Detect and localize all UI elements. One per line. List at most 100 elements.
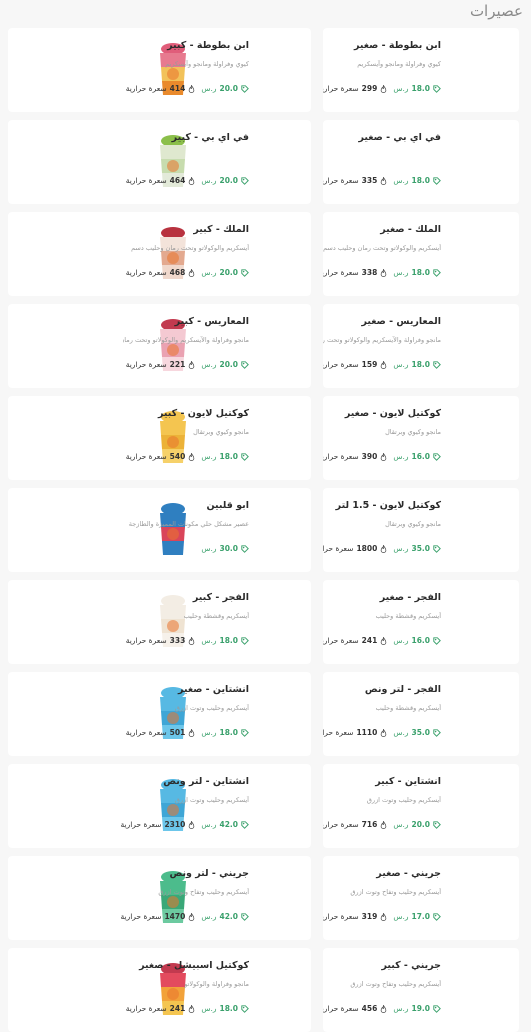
product-card[interactable]: في اي بي - كبير 20.0 ر.س 464 سعرة حرارية [8,120,311,204]
price-currency: ر.س [201,1004,217,1013]
calories-label: سعرة حرارية [125,728,167,737]
product-info: انشتاين - كبير آيسكريم وحليب وتوت ازرق [323,776,441,805]
product-description: آيسكريم وحليب وتوت ازرق [174,796,249,804]
product-name: الفجر - لتر ونص [364,684,441,695]
product-meta: 42.0 ر.س 2310 سعرة حرارية [120,820,249,829]
product-card[interactable]: جريني - صغير آيسكريم وحليب وتفاح وتوت از… [323,856,519,940]
product-name: انشتاين - لتر ونص [163,776,249,787]
flame-icon [381,636,387,645]
product-description: مانجو وفراولة والآيسكريم والوكولاتو وتحت… [123,336,249,344]
flame-icon [189,728,195,737]
calories-label: سعرة حرارية [323,728,354,737]
product-calories: 456 سعرة حرارية [323,1004,387,1013]
product-price: 42.0 ر.س [201,912,249,921]
calories-value: 159 [361,360,378,369]
price-currency: ر.س [201,268,217,277]
flame-icon [189,268,195,277]
product-meta: 18.0 ر.س 540 سعرة حرارية [126,452,249,461]
product-card[interactable]: كوكتيل لايون - كبير مانجو وكيوي وبرتقال … [8,396,311,480]
product-card[interactable]: ابن بطوطة - صغير كيوي وفراولة ومانجو وآي… [323,28,519,112]
calories-label: سعرة حرارية [125,452,167,461]
product-meta: 16.0 ر.س 390 سعرة حرارية [323,452,441,461]
calories-label: سعرة حرارية [125,268,167,277]
product-description: مانجو وفراولة والوكولاتو [184,980,249,988]
product-description [123,152,249,161]
price-currency: ر.س [201,544,217,553]
product-card[interactable]: الملك - كبير آيسكريم والوكولاتو وتحت رما… [8,212,311,296]
product-card[interactable]: في اي بي - صغير 18.0 ر.س 335 سعرة حرارية [323,120,519,204]
product-info: الملك - كبير آيسكريم والوكولاتو وتحت رما… [123,224,249,253]
product-card[interactable]: كوكتيل لايون - 1.5 لتر مانجو وكيوي وبرتق… [323,488,519,572]
product-info: انشتاين - لتر ونص آيسكريم وحليب وتوت ازر… [123,776,249,805]
product-calories: 464 سعرة حرارية [126,176,196,185]
price-amount: 18.0 [219,728,238,737]
product-description [323,152,441,161]
product-info: ابن بطوطة - صغير كيوي وفراولة ومانجو وآي… [323,40,441,69]
calories-value: 319 [361,912,378,921]
product-card[interactable]: ابن بطوطة - كبير كيوي وفراولة ومانجو وآي… [8,28,311,112]
price-amount: 20.0 [219,268,238,277]
product-description: كيوي وفراولة ومانجو وآيسكريم [165,60,249,68]
product-card[interactable]: الفجر - كبير آيسكريم وقشطة وحليب 18.0 ر.… [8,580,311,664]
product-card[interactable]: جريني - لتر ونص آيسكريم وحليب وتفاح وتوت… [8,856,311,940]
price-tag-icon [433,912,441,921]
product-name: كوكتيل لايون - صغير [344,408,441,419]
price-amount: 20.0 [219,84,238,93]
calories-label: سعرة حرارية [323,1004,359,1013]
calories-value: 338 [361,268,378,277]
product-card[interactable]: الملك - صغير آيسكريم والوكولاتو وتحت رما… [323,212,519,296]
product-card[interactable]: انشتاين - لتر ونص آيسكريم وحليب وتوت ازر… [8,764,311,848]
flame-icon [381,452,387,461]
calories-value: 299 [361,84,378,93]
price-tag-icon [433,1004,441,1013]
price-currency: ر.س [393,452,409,461]
section-title: عصيرات [469,2,523,20]
product-meta: 20.0 ر.س 716 سعرة حرارية [323,820,441,829]
product-card[interactable]: انشتاين - صغير آيسكريم وحليب وتوت ازرق 1… [8,672,311,756]
price-amount: 18.0 [411,268,430,277]
price-currency: ر.س [393,84,409,93]
price-tag-icon [433,268,441,277]
price-currency: ر.س [393,636,409,645]
product-card[interactable]: انشتاين - كبير آيسكريم وحليب وتوت ازرق 2… [323,764,519,848]
product-calories: 1110 سعرة حرارية [323,728,387,737]
product-info: الفجر - كبير آيسكريم وقشطة وحليب [123,592,249,621]
product-card[interactable]: المعاريس - كبير مانجو وفراولة والآيسكريم… [8,304,311,388]
calories-label: سعرة حرارية [125,1004,167,1013]
product-card[interactable]: ابو قلبين عصير مشكل حلي مكونات المميزة و… [8,488,311,572]
product-description: آيسكريم وحليب وتفاح وتوت ازرق [350,980,441,988]
price-tag-icon [433,544,441,553]
product-info: ابو قلبين عصير مشكل حلي مكونات المميزة و… [123,500,249,529]
product-price: 20.0 ر.س [201,84,249,93]
product-card[interactable]: الفجر - صغير آيسكريم وقشطة وحليب 16.0 ر.… [323,580,519,664]
calories-value: 1110 [356,728,378,737]
product-name: المعاريس - صغير [361,316,441,327]
price-amount: 18.0 [219,452,238,461]
flame-icon [189,636,195,645]
price-amount: 42.0 [219,820,238,829]
product-name: كوكتيل لايون - 1.5 لتر [335,500,441,511]
calories-label: سعرة حرارية [323,544,354,553]
product-price: 35.0 ر.س [393,728,441,737]
price-amount: 42.0 [219,912,238,921]
product-card[interactable]: كوكتيل اسبيشل - صغير مانجو وفراولة والوك… [8,948,311,1032]
product-card[interactable]: جريني - كبير آيسكريم وحليب وتفاح وتوت از… [323,948,519,1032]
product-info: كوكتيل لايون - صغير مانجو وكيوي وبرتقال [323,408,441,437]
product-meta: 18.0 ر.س 241 سعرة حرارية [126,1004,249,1013]
product-card[interactable]: المعاريس - صغير مانجو وفراولة والآيسكريم… [323,304,519,388]
price-amount: 19.0 [411,1004,430,1013]
calories-value: 468 [169,268,186,277]
product-card[interactable]: الفجر - لتر ونص آيسكريم وقشطة وحليب 35.0… [323,672,519,756]
product-info: المعاريس - صغير مانجو وفراولة والآيسكريم… [323,316,441,345]
product-card[interactable]: كوكتيل لايون - صغير مانجو وكيوي وبرتقال … [323,396,519,480]
calories-label: سعرة حرارية [323,84,359,93]
product-price: 17.0 ر.س [393,912,441,921]
price-currency: ر.س [393,728,409,737]
calories-label: سعرة حرارية [323,176,359,185]
calories-value: 2310 [164,820,186,829]
product-price: 18.0 ر.س [201,452,249,461]
calories-label: سعرة حرارية [323,268,359,277]
product-name: ابن بطوطة - كبير [167,40,249,51]
price-tag-icon [241,268,249,277]
product-info: كوكتيل لايون - 1.5 لتر مانجو وكيوي وبرتق… [323,500,441,529]
